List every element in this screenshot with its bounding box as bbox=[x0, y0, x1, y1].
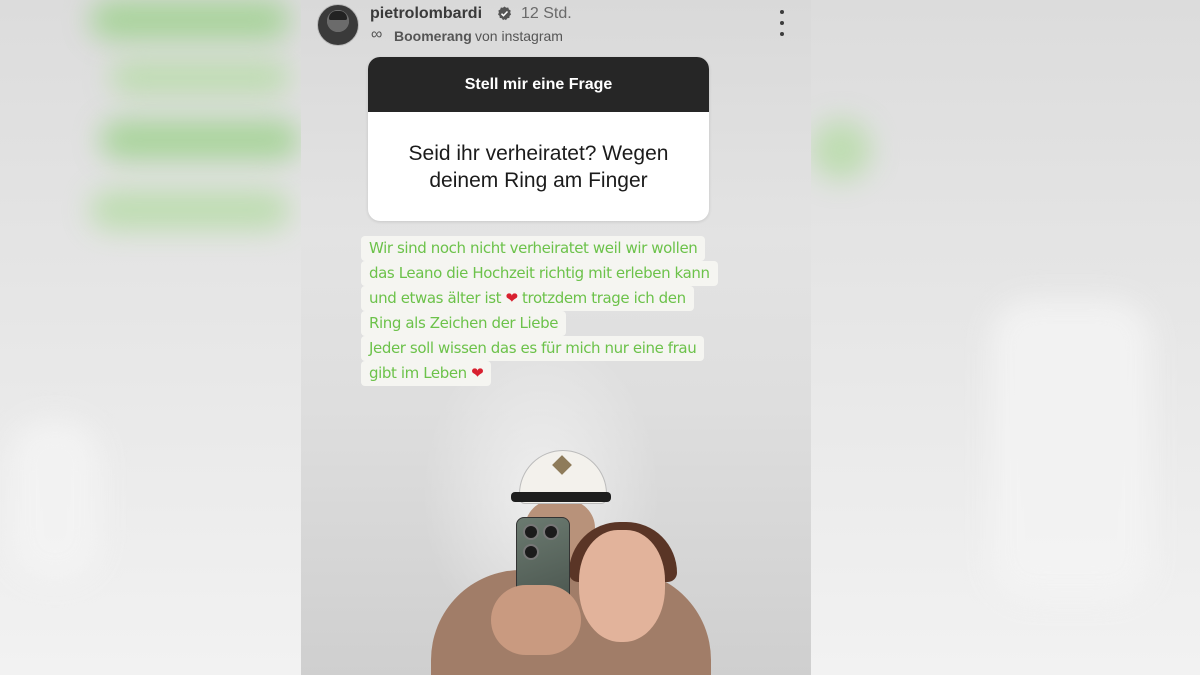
username[interactable]: pietrolombardi bbox=[370, 5, 482, 23]
blurred-background-right bbox=[811, 0, 1200, 675]
heart-emoji: ❤ bbox=[471, 364, 484, 382]
verified-badge-icon bbox=[497, 6, 512, 21]
answer-line-part: gibt im Leben bbox=[369, 364, 467, 382]
source-brand: Boomerang bbox=[394, 28, 472, 44]
infinity-icon: ∞ bbox=[371, 26, 383, 43]
heart-emoji: ❤ bbox=[505, 289, 519, 307]
answer-line: Wir sind noch nicht verheiratet weil wir… bbox=[361, 236, 706, 261]
answer-line: gibt im Leben ❤ bbox=[361, 361, 492, 386]
post-time: 12 Std. bbox=[521, 5, 572, 22]
mirror-selfie-photo bbox=[411, 440, 731, 675]
answer-line: Ring als Zeichen der Liebe bbox=[361, 311, 567, 336]
story-viewer: pietrolombardi 12 Std. ∞ Boomerang von i… bbox=[301, 0, 811, 675]
answer-line: und etwas älter ist ❤ trotzdem trage ich… bbox=[361, 286, 694, 311]
avatar[interactable] bbox=[317, 4, 359, 46]
story-header: pietrolombardi 12 Std. ∞ Boomerang von i… bbox=[301, 0, 811, 50]
blurred-background-left bbox=[0, 0, 301, 675]
more-vertical-icon[interactable] bbox=[771, 10, 793, 36]
question-sticker-title: Stell mir eine Frage bbox=[368, 57, 709, 112]
answer-line: Jeder soll wissen das es für mich nur ei… bbox=[361, 336, 705, 361]
question-sticker: Stell mir eine Frage Seid ihr verheirate… bbox=[368, 57, 709, 221]
source-via: von instagram bbox=[475, 28, 563, 44]
answer-line: das Leano die Hochzeit richtig mit erleb… bbox=[361, 261, 718, 286]
answer-line-part: und etwas älter ist bbox=[369, 289, 502, 307]
question-sticker-question: Seid ihr verheiratet? Wegen deinem Ring … bbox=[408, 141, 669, 192]
answer-line-part: trotzdem trage ich den bbox=[522, 289, 686, 307]
